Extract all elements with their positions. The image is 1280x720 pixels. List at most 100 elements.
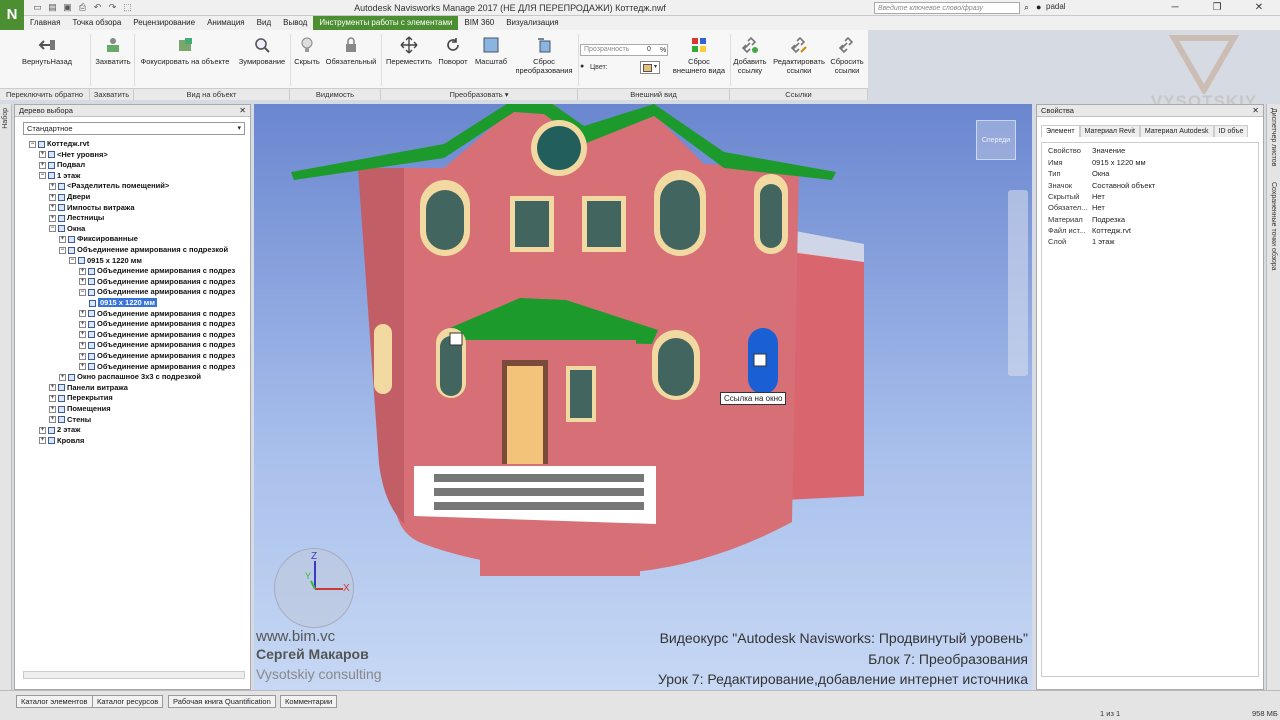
house-model[interactable]: [254, 104, 1032, 690]
tree-node[interactable]: +2 этаж: [39, 425, 80, 435]
tree-node[interactable]: + Помещения: [49, 404, 111, 414]
expand-icon[interactable]: +: [79, 310, 86, 318]
color-picker[interactable]: ▾: [640, 61, 660, 74]
scale-button[interactable]: Масштаб: [472, 36, 510, 66]
expand-icon[interactable]: +: [59, 235, 66, 243]
tree-node[interactable]: + Фиксированные: [59, 234, 138, 244]
tree-node[interactable]: − Объединение армирования с подрез: [79, 287, 235, 297]
navigation-bar[interactable]: [1008, 190, 1028, 376]
hide-button[interactable]: Скрыть: [292, 36, 322, 66]
tree-node[interactable]: − 1 этаж: [39, 171, 80, 181]
tree-node[interactable]: + <Разделитель помещений>: [49, 181, 169, 191]
tree-horizontal-scrollbar[interactable]: [23, 671, 245, 679]
viewcube[interactable]: Спереди: [976, 120, 1016, 160]
expand-icon[interactable]: +: [79, 352, 86, 360]
search-icon[interactable]: ⌕: [1024, 2, 1029, 13]
return-back-button[interactable]: ВернутьНазад: [18, 36, 76, 66]
tree-node[interactable]: + Объединение армирования с подрез: [79, 309, 235, 319]
edit-links-button[interactable]: Редактировать ссылки: [770, 36, 828, 75]
close-icon[interactable]: ✕: [239, 105, 246, 116]
tree-node[interactable]: − Коттедж.rvt: [29, 139, 89, 149]
tree-node[interactable]: + Объединение армирования с подрез: [79, 351, 235, 361]
expand-icon[interactable]: +: [79, 363, 86, 371]
tree-node[interactable]: 0915 x 1220 мм: [89, 298, 157, 308]
add-link-button[interactable]: Добавить ссылку: [730, 36, 770, 75]
tree-node[interactable]: + Лестницы: [49, 213, 104, 223]
sheet-browser-tab[interactable]: Диспетчер листов: [1270, 108, 1277, 166]
required-button[interactable]: Обязательный: [323, 36, 379, 66]
search-input[interactable]: Введите ключевое слово/фразу: [874, 2, 1020, 14]
sets-tab[interactable]: Набор: [2, 108, 9, 129]
tree-node[interactable]: + Окно распашное 3x3 с подрезкой: [59, 372, 201, 382]
tree-node[interactable]: + Объединение армирования с подрез: [79, 277, 235, 287]
rotate-button[interactable]: Поворот: [436, 36, 470, 66]
expand-icon[interactable]: +: [49, 182, 56, 190]
tree-node[interactable]: − Объединение армирования с подрезкой: [59, 245, 228, 255]
tree-node[interactable]: + Импосты витража: [49, 203, 135, 213]
close-icon[interactable]: ✕: [1252, 105, 1259, 116]
expand-icon[interactable]: +: [79, 320, 86, 328]
tab-7[interactable]: BIM 360: [458, 16, 500, 30]
expand-icon[interactable]: +: [79, 278, 86, 286]
collapse-icon[interactable]: −: [39, 172, 46, 180]
expand-icon[interactable]: +: [39, 161, 46, 169]
tree-node[interactable]: + Кровля: [39, 436, 84, 446]
expand-icon[interactable]: +: [49, 416, 56, 424]
expand-icon[interactable]: +: [49, 394, 56, 402]
reset-appearance-button[interactable]: Сброс внешнего вида: [668, 36, 730, 75]
bottom-tab-0[interactable]: Каталог элементов: [16, 695, 93, 708]
expand-icon[interactable]: +: [49, 204, 56, 212]
tab-0[interactable]: Главная: [24, 16, 66, 30]
expand-icon[interactable]: +: [39, 426, 46, 434]
maximize-icon[interactable]: ❐: [1196, 0, 1238, 15]
expand-icon[interactable]: +: [49, 193, 56, 201]
tree-node[interactable]: + Стены: [49, 415, 91, 425]
move-button[interactable]: Переместить: [384, 36, 434, 66]
focus-on-object-button[interactable]: Фокусировать на объекте: [136, 36, 234, 66]
reset-links-button[interactable]: Сбросить ссылки: [828, 36, 866, 75]
tree-mode-select[interactable]: Стандартное ▾: [23, 122, 245, 135]
tree-node[interactable]: + Панели витража: [49, 383, 128, 393]
properties-tab-3[interactable]: ID объе: [1213, 125, 1249, 137]
expand-icon[interactable]: +: [39, 437, 46, 445]
reset-transform-button[interactable]: Сброс преобразования: [512, 36, 576, 75]
tab-2[interactable]: Рецензирование: [127, 16, 201, 30]
tree-node[interactable]: + Объединение армирования с подрез: [79, 319, 235, 329]
close-icon[interactable]: ✕: [1238, 0, 1280, 15]
tree-node[interactable]: + Объединение армирования с подрез: [79, 330, 235, 340]
bottom-tab-3[interactable]: Комментарии: [280, 695, 338, 708]
expand-icon[interactable]: +: [49, 405, 56, 413]
bottom-tab-1[interactable]: Каталог ресурсов: [92, 695, 164, 708]
properties-tab-0[interactable]: Элемент: [1041, 125, 1080, 137]
properties-tab-2[interactable]: Материал Autodesk: [1139, 125, 1214, 137]
expand-icon[interactable]: +: [79, 331, 86, 339]
bottom-tab-2[interactable]: Рабочая книга Quantification: [168, 695, 276, 708]
expand-icon[interactable]: +: [49, 214, 56, 222]
user-name[interactable]: padal: [1046, 2, 1066, 11]
capture-button[interactable]: Захватить: [93, 36, 133, 66]
collapse-icon[interactable]: −: [29, 140, 36, 148]
expand-icon[interactable]: +: [59, 373, 66, 381]
tree-node[interactable]: + Перекрытия: [49, 393, 113, 403]
tree-node[interactable]: + Подвал: [39, 160, 85, 170]
tab-3[interactable]: Анимация: [201, 16, 251, 30]
tree-node[interactable]: + Объединение армирования с подрез: [79, 362, 235, 372]
tree-node[interactable]: + <Нет уровня>: [39, 150, 108, 160]
collapse-icon[interactable]: −: [79, 288, 86, 296]
collapse-icon[interactable]: −: [69, 257, 76, 265]
tree-node[interactable]: − Окна: [49, 224, 85, 234]
expand-icon[interactable]: +: [79, 341, 86, 349]
app-logo[interactable]: N: [0, 0, 24, 32]
group-label-transform[interactable]: Преобразовать ▾: [381, 88, 578, 100]
tree-node[interactable]: + Двери: [49, 192, 90, 202]
3d-viewport[interactable]: Ссылка на окно Спереди Z X Y www.bim.vc …: [254, 104, 1032, 690]
tree-node[interactable]: + Объединение армирования с подрез: [79, 340, 235, 350]
transparency-slider[interactable]: Прозрачность 0: [580, 44, 668, 56]
tab-8[interactable]: Визуализация: [500, 16, 564, 30]
collapse-icon[interactable]: −: [49, 225, 56, 233]
properties-tab-1[interactable]: Материал Revit: [1079, 125, 1140, 137]
tab-1[interactable]: Точка обзора: [66, 16, 127, 30]
expand-icon[interactable]: +: [79, 267, 86, 275]
expand-icon[interactable]: +: [39, 151, 46, 159]
tab-5[interactable]: Вывод: [277, 16, 313, 30]
